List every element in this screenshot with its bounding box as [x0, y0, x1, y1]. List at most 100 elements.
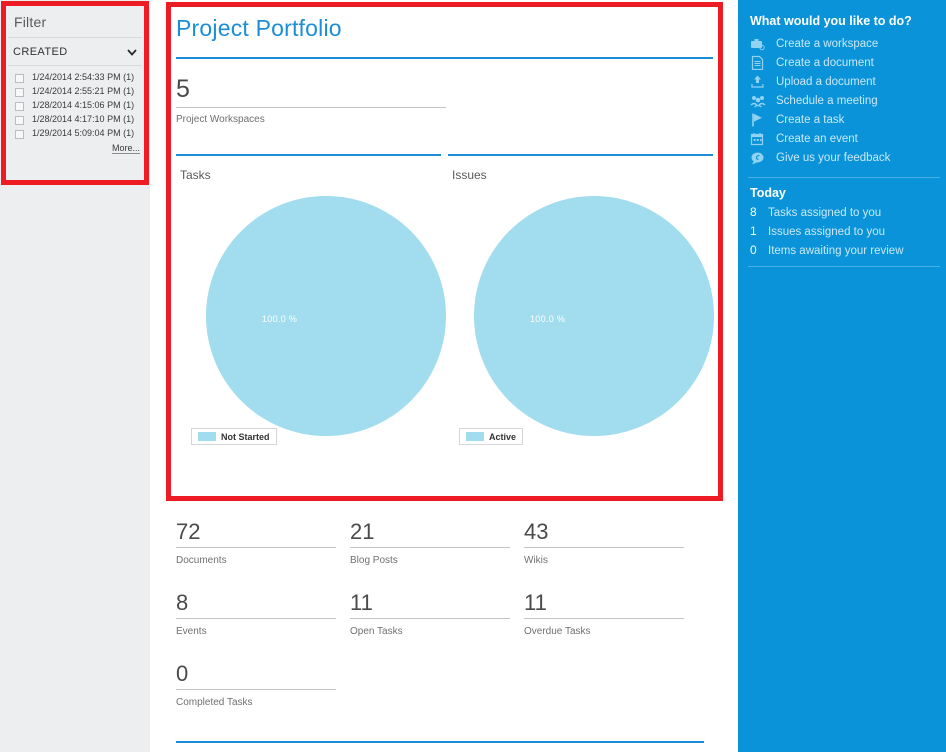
list-item[interactable]: 1/29/2014 5:09:04 PM (1) [10, 128, 142, 141]
calendar-icon [750, 131, 772, 147]
sidebar-today-issues[interactable]: 1 Issues assigned to you [750, 224, 940, 243]
list-item[interactable]: 1/28/2014 4:17:10 PM (1) [10, 114, 142, 127]
sidebar-item-create-task[interactable]: Create a task [750, 110, 940, 129]
stat-wikis: 43 Wikis [524, 518, 684, 566]
upload-icon [750, 74, 772, 90]
stat-label: Wikis [524, 555, 548, 566]
stat-label: Events [176, 626, 207, 637]
issues-pie-chart: 100.0 % [448, 191, 714, 451]
filter-field-select-value: CREATED [13, 46, 68, 58]
checkbox-icon[interactable] [15, 102, 24, 111]
sidebar-divider [748, 266, 940, 267]
page-title-rule [176, 57, 713, 59]
chart-heading: Issues [452, 168, 487, 182]
sidebar-item-label: Give us your feedback [776, 151, 891, 164]
chart-heading: Tasks [180, 168, 211, 182]
chart-legend[interactable]: Active [459, 428, 524, 445]
stat-value: 21 [350, 519, 375, 544]
stat-value: 43 [524, 519, 549, 544]
table-row: 72 Documents 21 Blog Posts 43 Wikis [176, 518, 704, 589]
stat-documents: 72 Documents [176, 518, 336, 566]
speech-bubble-icon [750, 150, 772, 166]
filter-more-link[interactable]: More... [111, 143, 140, 154]
stat-value: 72 [176, 519, 201, 544]
list-item[interactable]: 1/28/2014 4:15:06 PM (1) [10, 100, 142, 113]
chart-legend[interactable]: Not Started [191, 428, 277, 445]
stat-overdue-tasks: 11 Overdue Tasks [524, 589, 684, 637]
kpi-rule [176, 107, 446, 108]
legend-swatch-icon [198, 432, 216, 441]
main-content: Project Portfolio 5 Project Workspaces T… [150, 0, 738, 752]
stat-value: 11 [524, 590, 547, 615]
today-count: 8 [750, 205, 757, 219]
stat-label: Completed Tasks [176, 697, 253, 708]
stat-value: 11 [350, 590, 373, 615]
filter-option-label: 1/24/2014 2:55:21 PM (1) [32, 86, 135, 96]
stat-rule [524, 547, 684, 548]
sidebar-item-give-feedback[interactable]: Give us your feedback [750, 148, 940, 167]
today-label: Items awaiting your review [768, 245, 904, 257]
today-label: Issues assigned to you [768, 226, 885, 238]
pie-slice-active[interactable] [474, 196, 714, 436]
sidebar-item-label: Schedule a meeting [776, 94, 878, 107]
right-sidebar: What would you like to do? Create a work… [738, 0, 946, 752]
kpi-project-workspaces: 5 Project Workspaces [176, 74, 446, 125]
sidebar-item-label: Create a task [776, 113, 845, 126]
sidebar-item-label: Create a workspace [776, 37, 879, 50]
sidebar-item-upload-document[interactable]: Upload a document [750, 72, 940, 91]
page-title: Project Portfolio [176, 15, 342, 41]
footer-rule [176, 741, 704, 743]
sidebar-today-tasks[interactable]: 8 Tasks assigned to you [750, 205, 940, 224]
sidebar-today-list: 8 Tasks assigned to you 1 Issues assigne… [750, 205, 940, 262]
checkbox-icon[interactable] [15, 116, 24, 125]
portfolio-dashboard: Filter CREATED 1/24/2014 2:54:33 PM (1) [0, 0, 946, 752]
sidebar-item-create-document[interactable]: Create a document [750, 53, 940, 72]
filter-field-select[interactable]: CREATED [8, 43, 142, 63]
checkbox-icon[interactable] [15, 130, 24, 139]
filter-option-label: 1/28/2014 4:15:06 PM (1) [32, 100, 135, 110]
people-icon [750, 93, 772, 109]
legend-swatch-icon [466, 432, 484, 441]
sidebar-actions-heading: What would you like to do? [750, 14, 912, 28]
pie-slice-not-started[interactable] [206, 196, 446, 436]
stat-rule [524, 618, 684, 619]
briefcase-icon [750, 36, 772, 52]
stat-value: 8 [176, 590, 189, 615]
stat-label: Blog Posts [350, 555, 398, 566]
stat-rule [176, 689, 336, 690]
list-item[interactable]: 1/24/2014 2:54:33 PM (1) [10, 72, 142, 85]
filter-option-label: 1/24/2014 2:54:33 PM (1) [32, 72, 135, 82]
tasks-pie-chart: 100.0 % [176, 191, 446, 451]
stat-completed-tasks: 0 Completed Tasks [176, 660, 336, 708]
table-row: 0 Completed Tasks [176, 660, 704, 731]
today-label: Tasks assigned to you [768, 207, 882, 219]
filter-column: Filter CREATED 1/24/2014 2:54:33 PM (1) [0, 0, 150, 752]
stat-label: Open Tasks [350, 626, 403, 637]
filter-panel-title: Filter [14, 14, 47, 30]
filter-select-divider [8, 65, 142, 66]
checkbox-icon[interactable] [15, 88, 24, 97]
legend-label: Not Started [221, 431, 270, 442]
sidebar-actions-list: Create a workspace Create a document Upl… [750, 34, 940, 167]
stat-rule [350, 618, 510, 619]
sidebar-today-review[interactable]: 0 Items awaiting your review [750, 243, 940, 262]
sidebar-item-label: Upload a document [776, 75, 876, 88]
table-row: 8 Events 11 Open Tasks 11 Overdue Tasks [176, 589, 704, 660]
legend-label: Active [489, 431, 517, 442]
sidebar-item-schedule-meeting[interactable]: Schedule a meeting [750, 91, 940, 110]
checkbox-icon[interactable] [15, 74, 24, 83]
today-count: 0 [750, 243, 757, 257]
document-icon [750, 55, 772, 71]
sidebar-item-create-event[interactable]: Create an event [750, 129, 940, 148]
statistics-grid: 72 Documents 21 Blog Posts 43 Wikis 8 Ev… [176, 518, 704, 731]
project-portfolio-card: Project Portfolio 5 Project Workspaces T… [166, 2, 723, 501]
list-item[interactable]: 1/24/2014 2:55:21 PM (1) [10, 86, 142, 99]
sidebar-item-create-workspace[interactable]: Create a workspace [750, 34, 940, 53]
today-count: 1 [750, 224, 757, 238]
filter-option-list: 1/24/2014 2:54:33 PM (1) 1/24/2014 2:55:… [10, 72, 142, 143]
tasks-chart-panel: Tasks 100.0 % Not Started [176, 154, 446, 494]
stat-rule [176, 547, 336, 548]
sidebar-item-label: Create an event [776, 132, 858, 145]
sidebar-item-label: Create a document [776, 56, 874, 69]
stat-value: 0 [176, 661, 189, 686]
